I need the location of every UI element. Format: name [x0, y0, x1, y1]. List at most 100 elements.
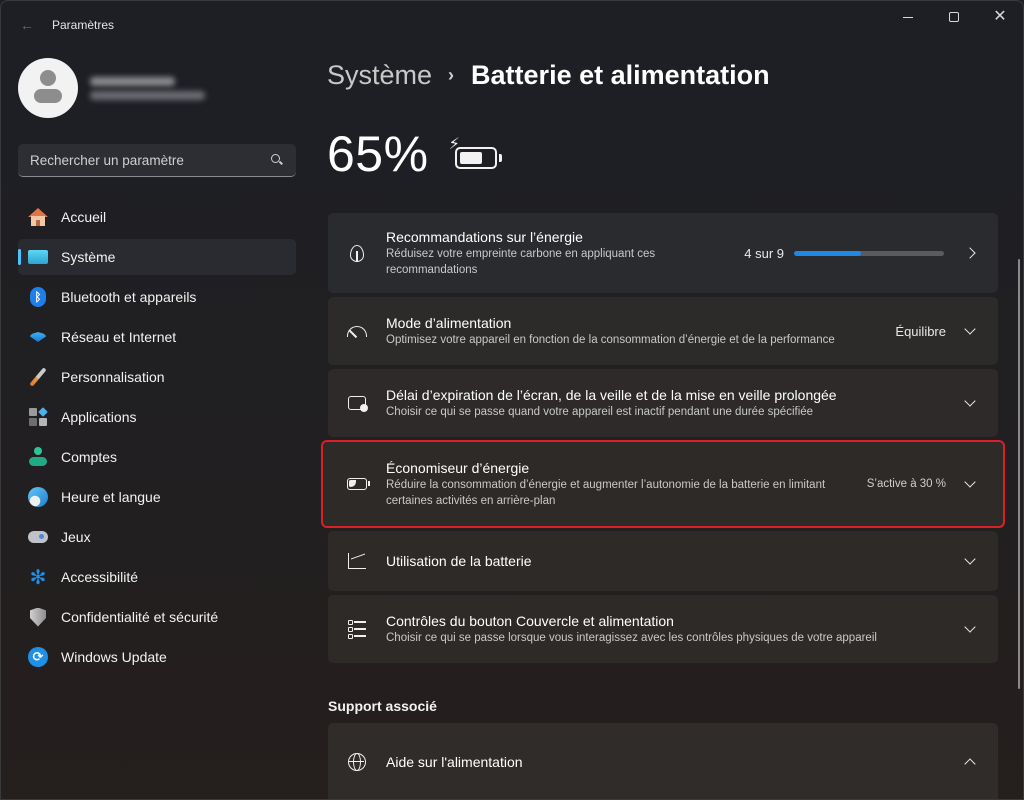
breadcrumb-parent-link[interactable]: Système	[327, 60, 432, 91]
recommendations-progress: 4 sur 9	[744, 246, 944, 261]
card-title: Contrôles du bouton Couvercle et aliment…	[386, 613, 674, 629]
list-icon	[346, 618, 368, 640]
user-email-redacted	[90, 90, 205, 100]
scrollbar[interactable]	[1018, 259, 1020, 689]
search-icon[interactable]	[270, 153, 284, 167]
card-subtitle: Choisir ce qui se passe lorsque vous int…	[386, 632, 877, 644]
power-mode-value[interactable]: Équilibre	[895, 324, 946, 339]
card-power-mode[interactable]: Mode d’alimentation Optimisez votre appa…	[328, 297, 998, 365]
close-icon: ✕	[993, 8, 1007, 25]
avatar-body-icon	[34, 89, 62, 103]
bluetooth-icon: ᛒ	[27, 286, 49, 308]
chevron-down-icon[interactable]	[962, 395, 978, 411]
maximize-icon	[949, 12, 959, 22]
sidebar-item-accueil[interactable]: Accueil	[18, 199, 296, 235]
sidebar-item-confidentialite[interactable]: Confidentialité et sécurité	[18, 599, 296, 635]
sidebar-item-label: Heure et langue	[61, 489, 161, 505]
wifi-icon	[27, 326, 49, 348]
sidebar-item-label: Personnalisation	[61, 369, 165, 385]
breadcrumb: Système › Batterie et alimentation	[327, 60, 770, 91]
progress-label: 4 sur 9	[744, 245, 784, 261]
chevron-down-icon[interactable]	[962, 621, 978, 637]
card-title: Économiseur d’énergie	[386, 460, 530, 476]
avatar-head-icon	[40, 70, 56, 86]
shield-icon	[27, 606, 49, 628]
chevron-down-icon[interactable]	[962, 476, 978, 492]
chevron-right-icon[interactable]	[962, 245, 978, 261]
gamepad-icon	[27, 526, 49, 548]
sidebar-nav: Accueil Système ᛒ Bluetooth et appareils…	[18, 199, 296, 679]
chart-icon	[346, 550, 368, 572]
user-info-redacted	[90, 72, 205, 105]
sidebar-item-heure-langue[interactable]: Heure et langue	[18, 479, 296, 515]
sidebar: Accueil Système ᛒ Bluetooth et appareils…	[1, 49, 311, 799]
card-subtitle: Réduisez votre empreinte carbone en appl…	[386, 248, 656, 276]
sidebar-item-label: Accueil	[61, 209, 107, 225]
accessibility-icon: ✻	[29, 566, 47, 589]
card-power-help[interactable]: Aide sur l'alimentation	[328, 723, 998, 799]
sidebar-item-label: Bluetooth et appareils	[61, 289, 197, 305]
card-title: Mode d’alimentation	[386, 315, 512, 331]
avatar	[18, 58, 78, 118]
leaf-icon	[346, 242, 368, 264]
maximize-button[interactable]	[931, 1, 977, 33]
battery-summary: 65% ⚡	[327, 125, 505, 183]
card-subtitle: Optimisez votre appareil en fonction de …	[386, 334, 835, 346]
sidebar-item-bluetooth[interactable]: ᛒ Bluetooth et appareils	[18, 279, 296, 315]
progress-bar-fill	[794, 250, 861, 256]
card-energy-recommendations[interactable]: Recommandations sur l’énergie Réduisez v…	[328, 213, 998, 293]
sidebar-item-windows-update[interactable]: ⟳ Windows Update	[18, 639, 296, 675]
page-title: Batterie et alimentation	[471, 60, 770, 90]
sidebar-item-systeme[interactable]: Système	[18, 239, 296, 275]
battery-percentage: 65%	[327, 126, 429, 182]
card-title: Délai d’expiration de l’écran, de la vei…	[386, 387, 837, 403]
system-icon	[27, 246, 49, 268]
sidebar-item-accessibilite[interactable]: ✻ Accessibilité	[18, 559, 296, 595]
energy-saver-threshold: S’active à 30 %	[866, 478, 946, 490]
energy-saver-icon	[346, 473, 370, 495]
card-energy-saver[interactable]: Économiseur d’énergie Réduire la consomm…	[321, 440, 1005, 528]
sidebar-item-reseau[interactable]: Réseau et Internet	[18, 319, 296, 355]
back-arrow-icon: ←	[20, 17, 34, 33]
search-box	[18, 144, 296, 177]
sidebar-item-label: Comptes	[61, 449, 118, 465]
card-title: Aide sur l'alimentation	[386, 753, 523, 770]
sidebar-item-label: Système	[61, 249, 116, 265]
card-subtitle: Réduire la consommation d’énergie et aug…	[386, 479, 826, 507]
progress-bar	[794, 250, 944, 256]
settings-cards: Recommandations sur l’énergie Réduisez v…	[321, 213, 1005, 667]
sidebar-item-label: Accessibilité	[61, 569, 139, 585]
time-language-icon	[27, 486, 49, 508]
user-name-redacted	[90, 76, 175, 86]
main-content: Système › Batterie et alimentation 65% ⚡…	[311, 49, 1023, 799]
card-title: Recommandations sur l’énergie	[386, 229, 583, 245]
chevron-up-icon[interactable]	[962, 754, 978, 770]
back-button[interactable]: ←	[15, 13, 39, 37]
sidebar-item-jeux[interactable]: Jeux	[18, 519, 296, 555]
chevron-down-icon[interactable]	[962, 553, 978, 569]
search-input[interactable]	[30, 152, 270, 168]
brush-icon	[27, 366, 49, 388]
close-button[interactable]: ✕	[977, 1, 1023, 33]
accounts-icon	[27, 446, 49, 468]
card-title: Utilisation de la batterie	[386, 553, 532, 569]
card-screen-sleep-timeout[interactable]: Délai d’expiration de l’écran, de la vei…	[328, 369, 998, 437]
chevron-down-icon[interactable]	[962, 323, 978, 339]
minimize-icon	[903, 16, 913, 18]
update-icon: ⟳	[27, 646, 49, 668]
minimize-button[interactable]	[885, 1, 931, 33]
user-profile[interactable]	[18, 58, 205, 118]
app-title: Paramètres	[52, 18, 115, 32]
sidebar-item-label: Applications	[61, 409, 137, 425]
settings-window: ← Paramètres ✕ Accueil	[0, 0, 1024, 800]
card-subtitle: Choisir ce qui se passe quand votre appa…	[386, 406, 814, 418]
sidebar-item-personnalisation[interactable]: Personnalisation	[18, 359, 296, 395]
sidebar-item-label: Confidentialité et sécurité	[61, 609, 219, 625]
sidebar-item-comptes[interactable]: Comptes	[18, 439, 296, 475]
card-battery-usage[interactable]: Utilisation de la batterie	[328, 531, 998, 591]
battery-charging-icon: ⚡	[449, 137, 505, 171]
card-lid-power-controls[interactable]: Contrôles du bouton Couvercle et aliment…	[328, 595, 998, 663]
sidebar-item-applications[interactable]: Applications	[18, 399, 296, 435]
breadcrumb-separator-icon: ›	[448, 65, 455, 85]
gauge-icon	[346, 320, 368, 342]
